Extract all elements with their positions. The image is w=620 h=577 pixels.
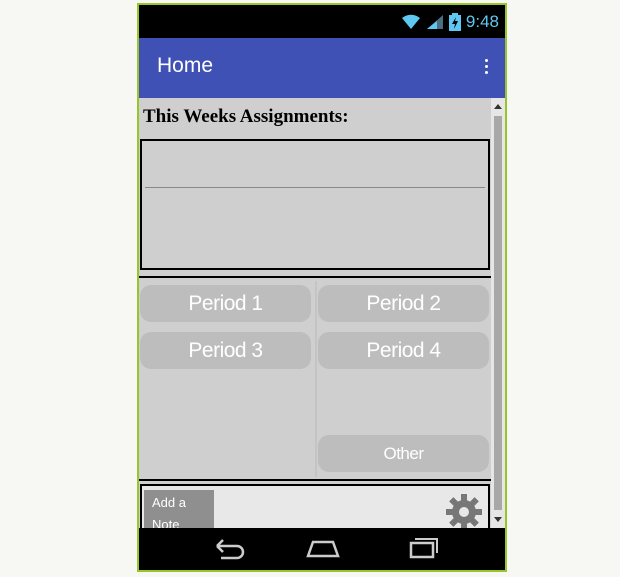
scrollbar[interactable] [491,98,505,528]
add-note-button[interactable]: Add a Note [144,490,214,528]
period-1-button[interactable]: Period 1 [140,285,311,322]
app-bar: Home [139,38,505,98]
home-icon[interactable] [303,534,343,564]
recents-icon[interactable] [401,534,441,564]
period-4-button[interactable]: Period 4 [318,332,489,369]
status-time: 9:48 [465,12,499,31]
navigation-bar [139,528,505,570]
list-divider [145,187,485,188]
app-title: Home [157,54,214,77]
main-content[interactable]: This Weeks Assignments: Period 1 Period … [139,98,505,528]
section-divider [139,479,491,481]
assignments-heading: This Weeks Assignments: [143,106,349,127]
other-button[interactable]: Other [318,435,489,472]
signal-icon [426,15,443,29]
status-bar: 9:48 [139,5,505,38]
wifi-icon [401,14,420,29]
scroll-down-arrow[interactable] [494,517,502,522]
back-icon[interactable] [207,534,247,564]
scroll-thumb[interactable] [494,116,502,510]
grid-divider [315,281,317,477]
scroll-up-arrow[interactable] [494,104,502,109]
phone-frame: 9:48 Home This Weeks Assignments: Period… [137,3,507,572]
period-3-button[interactable]: Period 3 [140,332,311,369]
gear-icon[interactable] [444,492,484,528]
assignments-list[interactable] [140,139,490,270]
notes-panel: Add a Note [140,484,490,528]
battery-charging-icon [448,13,461,31]
section-divider [139,276,491,278]
period-2-button[interactable]: Period 2 [318,285,489,322]
status-icons: 9:48 [401,11,499,33]
overflow-menu-icon[interactable] [481,56,491,80]
